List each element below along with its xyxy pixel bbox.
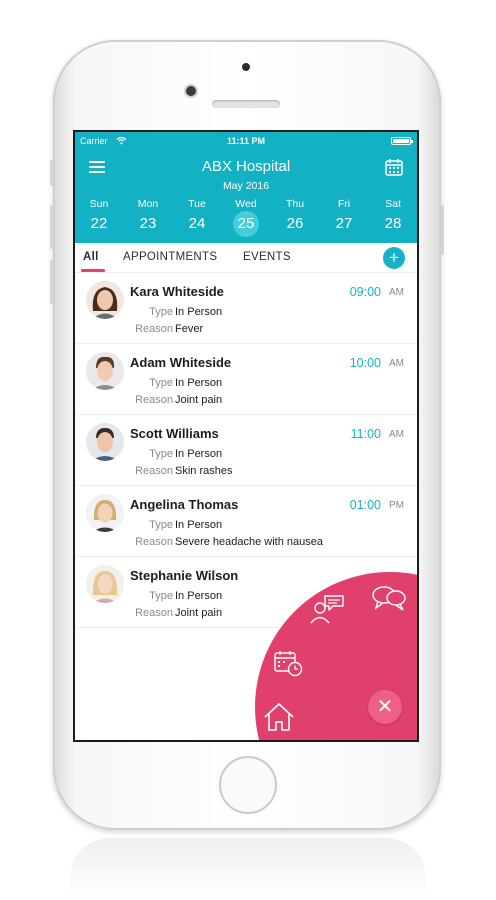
- reason-label: Reason: [135, 536, 173, 548]
- week-strip: Sun 22 Mon 23 Tue 24 Wed 25 Thu 26 Fri 2…: [75, 198, 417, 238]
- patient-name: Adam Whiteside: [130, 355, 232, 370]
- day-name: Wed: [235, 198, 257, 210]
- appointment-ampm: AM: [389, 287, 404, 298]
- tab-all[interactable]: All: [83, 251, 99, 263]
- day-number: 25: [233, 211, 259, 237]
- home-button[interactable]: [219, 756, 277, 814]
- list-item[interactable]: Adam Whiteside 10:00 AM Type In Person R…: [75, 344, 417, 415]
- type-value: In Person: [175, 377, 223, 389]
- day-thu[interactable]: Thu 26: [271, 198, 319, 232]
- day-name: Sat: [385, 198, 401, 210]
- day-wed-selected[interactable]: Wed 25: [222, 198, 270, 237]
- day-number: 28: [384, 215, 402, 232]
- patient-name: Scott Williams: [130, 426, 219, 441]
- reason-label: Reason: [135, 465, 173, 477]
- app-screen: Carrier 11:11 PM ABX Hospital May 2016 S…: [73, 130, 419, 742]
- patient-name: Angelina Thomas: [130, 497, 239, 512]
- user-chat-icon[interactable]: [309, 594, 345, 624]
- battery-icon: [391, 137, 413, 145]
- phone-reflection: [70, 838, 426, 900]
- reason-label: Reason: [135, 323, 173, 335]
- day-name: Thu: [285, 198, 305, 210]
- type-value: In Person: [175, 590, 223, 602]
- type-value: In Person: [175, 519, 223, 531]
- top-camera: [242, 63, 250, 71]
- type-label: Type: [149, 519, 173, 531]
- type-label: Type: [149, 377, 173, 389]
- day-name: Fri: [337, 198, 351, 210]
- month-label: May 2016: [222, 180, 270, 192]
- front-camera: [186, 86, 196, 96]
- avatar: [86, 494, 124, 532]
- power-button: [441, 205, 444, 255]
- avatar: [86, 565, 124, 603]
- tab-active-indicator: [81, 269, 105, 272]
- tab-appointments[interactable]: APPOINTMENTS: [123, 251, 217, 263]
- app-header: Carrier 11:11 PM ABX Hospital May 2016 S…: [75, 132, 417, 243]
- day-name: Tue: [188, 198, 206, 210]
- add-appointment-button[interactable]: +: [383, 247, 405, 269]
- day-number: 26: [286, 215, 304, 232]
- reason-label: Reason: [135, 394, 173, 406]
- calendar-icon[interactable]: [385, 158, 403, 176]
- patient-name: Stephanie Wilson: [130, 568, 239, 583]
- tab-bar: All APPOINTMENTS EVENTS +: [75, 243, 417, 273]
- avatar: [86, 281, 124, 319]
- appointment-time: 11:00: [350, 427, 381, 441]
- reason-value: Skin rashes: [175, 465, 233, 477]
- avatar: [86, 423, 124, 461]
- list-item[interactable]: Kara Whiteside 09:00 AM Type In Person R…: [75, 273, 417, 344]
- reason-label: Reason: [135, 607, 173, 619]
- day-sun[interactable]: Sun 22: [75, 198, 123, 232]
- day-number: 27: [335, 215, 353, 232]
- appointment-time: 01:00: [349, 498, 381, 512]
- day-sat[interactable]: Sat 28: [369, 198, 417, 232]
- close-menu-button[interactable]: ✕: [368, 690, 402, 724]
- tab-events[interactable]: EVENTS: [243, 251, 291, 263]
- day-fri[interactable]: Fri 27: [320, 198, 368, 232]
- chat-bubbles-icon[interactable]: [371, 584, 407, 612]
- type-value: In Person: [175, 306, 223, 318]
- status-time: 11:11 PM: [226, 136, 266, 146]
- home-icon[interactable]: [263, 702, 295, 732]
- day-number: 22: [90, 215, 108, 232]
- day-number: 23: [139, 215, 157, 232]
- close-icon: ✕: [376, 696, 394, 718]
- day-name: Sun: [89, 198, 109, 210]
- reason-value: Joint pain: [175, 607, 223, 619]
- type-label: Type: [149, 590, 173, 602]
- appointment-ampm: AM: [389, 358, 404, 369]
- list-item[interactable]: Angelina Thomas 01:00 PM Type In Person …: [75, 486, 417, 557]
- patient-name: Kara Whiteside: [130, 284, 224, 299]
- calendar-alarm-icon[interactable]: [274, 650, 304, 678]
- page-title: ABX Hospital: [201, 158, 291, 175]
- day-mon[interactable]: Mon 23: [124, 198, 172, 232]
- volume-button: [50, 160, 53, 186]
- reason-value: Fever: [175, 323, 204, 335]
- volume-up-button: [50, 205, 53, 249]
- add-icon: +: [389, 248, 399, 267]
- day-name: Mon: [137, 198, 159, 210]
- reason-value: Severe headache with nausea: [175, 536, 323, 548]
- type-value: In Person: [175, 448, 223, 460]
- appointment-time: 09:00: [349, 285, 381, 299]
- day-number: 24: [188, 215, 206, 232]
- avatar: [86, 352, 124, 390]
- earpiece-speaker: [212, 100, 280, 108]
- appointment-ampm: PM: [389, 500, 404, 511]
- type-label: Type: [149, 448, 173, 460]
- reason-value: Joint pain: [175, 394, 223, 406]
- type-label: Type: [149, 306, 173, 318]
- appointment-ampm: AM: [389, 429, 404, 440]
- volume-down-button: [50, 260, 53, 304]
- status-bar: Carrier 11:11 PM: [75, 135, 417, 149]
- day-tue[interactable]: Tue 24: [173, 198, 221, 232]
- appointment-time: 10:00: [349, 356, 381, 370]
- list-item[interactable]: Scott Williams 11:00 AM Type In Person R…: [75, 415, 417, 486]
